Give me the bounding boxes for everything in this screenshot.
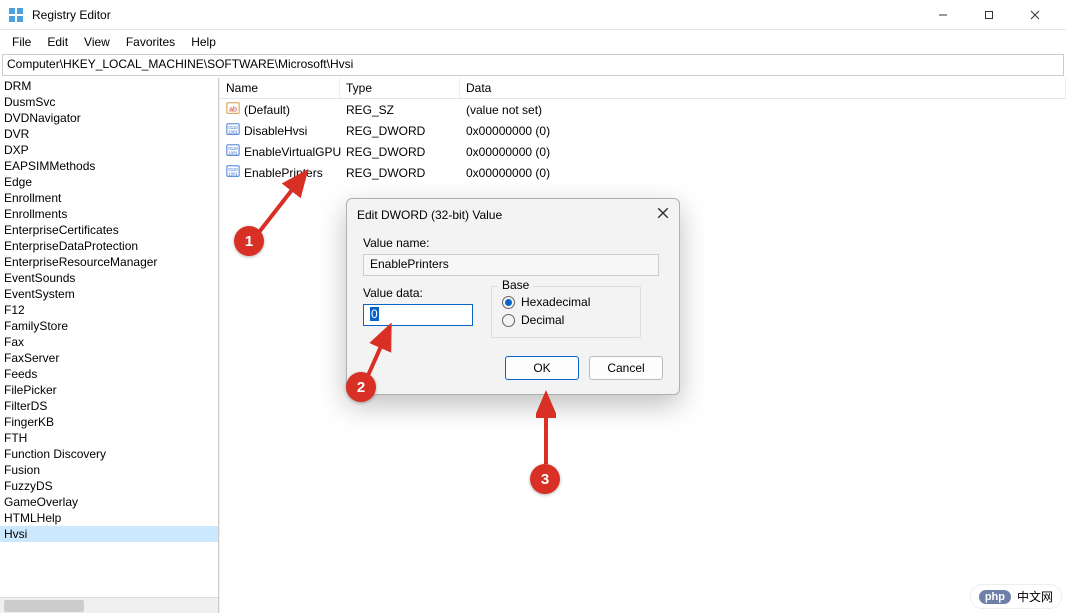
value-row[interactable]: 01101001 EnablePrinters REG_DWORD0x0000000… [220,162,1066,183]
tree-node-htmlhelp[interactable]: HTMLHelp [0,510,218,526]
string-value-icon: ab [226,101,240,118]
tree-node-familystore[interactable]: FamilyStore [0,318,218,334]
dword-value-icon: 01101001 [226,143,240,160]
dialog-close-icon[interactable] [657,207,669,222]
edit-dword-dialog: Edit DWORD (32-bit) Value Value name: En… [346,198,680,395]
tree-node-eapsimmethods[interactable]: EAPSIMMethods [0,158,218,174]
value-row[interactable]: 01101001 DisableHvsi REG_DWORD0x00000000 (… [220,120,1066,141]
tree-node-fingerkb[interactable]: FingerKB [0,414,218,430]
tree-node-eventsystem[interactable]: EventSystem [0,286,218,302]
watermark: php 中文网 [970,584,1062,609]
tree-node-fth[interactable]: FTH [0,430,218,446]
svg-text:1001: 1001 [228,150,238,155]
menu-view[interactable]: View [76,32,118,52]
value-name-label: Value name: [363,236,663,250]
value-name: (Default) [244,103,290,117]
tree-node-feeds[interactable]: Feeds [0,366,218,382]
value-name: DisableHvsi [244,124,307,138]
value-name: EnablePrinters [244,166,323,180]
tree-node-enterprisedataprotection[interactable]: EnterpriseDataProtection [0,238,218,254]
tree-node-drm[interactable]: DRM [0,78,218,94]
tree-node-f12[interactable]: F12 [0,302,218,318]
col-header-data[interactable]: Data [460,78,1066,98]
tree-node-enrollment[interactable]: Enrollment [0,190,218,206]
dword-value-icon: 01101001 [226,122,240,139]
tree-node-fusion[interactable]: Fusion [0,462,218,478]
svg-text:ab: ab [229,107,237,114]
menu-help[interactable]: Help [183,32,224,52]
tree-node-dusmsvc[interactable]: DusmSvc [0,94,218,110]
tree-node-enterpriseresourcemanager[interactable]: EnterpriseResourceManager [0,254,218,270]
value-row[interactable]: 01101001 EnableVirtualGPUREG_DWORD0x00000… [220,141,1066,162]
value-type: REG_SZ [340,99,460,120]
ok-button[interactable]: OK [505,356,579,380]
tree-node-enrollments[interactable]: Enrollments [0,206,218,222]
menu-favorites[interactable]: Favorites [118,32,183,52]
value-data: 0x00000000 (0) [460,162,1066,183]
annotation-badge-3: 3 [530,464,560,494]
radio-dec-icon [502,314,515,327]
tree-node-function-discovery[interactable]: Function Discovery [0,446,218,462]
svg-text:1001: 1001 [228,171,238,176]
close-button[interactable] [1012,0,1058,30]
window-controls [920,0,1058,30]
maximize-button[interactable] [966,0,1012,30]
tree-node-filepicker[interactable]: FilePicker [0,382,218,398]
value-row[interactable]: ab (Default) REG_SZ(value not set) [220,99,1066,120]
window-title: Registry Editor [32,8,920,22]
radio-hex-label: Hexadecimal [521,295,590,309]
watermark-text: 中文网 [1017,588,1053,605]
tree-pane[interactable]: DRMDusmSvcDVDNavigatorDVRDXPEAPSIMMethod… [0,78,219,613]
value-data-field[interactable]: 0 [363,304,473,326]
dword-value-icon: 01101001 [226,164,240,181]
radio-hex-icon [502,296,515,309]
tree-node-enterprisecertificates[interactable]: EnterpriseCertificates [0,222,218,238]
col-header-type[interactable]: Type [340,78,460,98]
value-data-label: Value data: [363,286,473,300]
tree-node-hvsi[interactable]: Hvsi [0,526,218,542]
value-type: REG_DWORD [340,120,460,141]
value-data: (value not set) [460,99,1066,120]
window-titlebar: Registry Editor [0,0,1066,30]
tree-node-fuzzyds[interactable]: FuzzyDS [0,478,218,494]
value-name-field[interactable]: EnablePrinters [363,254,659,276]
tree-node-faxserver[interactable]: FaxServer [0,350,218,366]
menu-bar: File Edit View Favorites Help [0,30,1066,54]
annotation-badge-2: 2 [346,372,376,402]
minimize-button[interactable] [920,0,966,30]
menu-edit[interactable]: Edit [39,32,76,52]
radio-hexadecimal[interactable]: Hexadecimal [502,293,630,311]
value-data: 0x00000000 (0) [460,141,1066,162]
address-bar[interactable]: Computer\HKEY_LOCAL_MACHINE\SOFTWARE\Mic… [2,54,1064,76]
watermark-pill: php [979,590,1011,604]
col-header-name[interactable]: Name [220,78,340,98]
dialog-titlebar[interactable]: Edit DWORD (32-bit) Value [347,199,679,230]
dialog-title: Edit DWORD (32-bit) Value [357,208,657,222]
base-group-label: Base [498,278,533,292]
tree-node-dvr[interactable]: DVR [0,126,218,142]
tree-node-eventsounds[interactable]: EventSounds [0,270,218,286]
annotation-badge-1: 1 [234,226,264,256]
value-type: REG_DWORD [340,162,460,183]
value-name: EnableVirtualGPU [244,145,341,159]
app-icon [8,7,24,23]
values-header: Name Type Data [220,78,1066,99]
menu-file[interactable]: File [4,32,39,52]
tree-node-dxp[interactable]: DXP [0,142,218,158]
radio-decimal[interactable]: Decimal [502,311,630,329]
value-type: REG_DWORD [340,141,460,162]
svg-text:1001: 1001 [228,129,238,134]
cancel-button[interactable]: Cancel [589,356,663,380]
base-group: Base Hexadecimal Decimal [491,286,641,338]
tree-node-dvdnavigator[interactable]: DVDNavigator [0,110,218,126]
tree-node-edge[interactable]: Edge [0,174,218,190]
tree-node-gameoverlay[interactable]: GameOverlay [0,494,218,510]
radio-dec-label: Decimal [521,313,564,327]
tree-hscrollbar[interactable] [0,597,218,613]
value-data: 0x00000000 (0) [460,120,1066,141]
tree-node-filterds[interactable]: FilterDS [0,398,218,414]
tree-node-fax[interactable]: Fax [0,334,218,350]
